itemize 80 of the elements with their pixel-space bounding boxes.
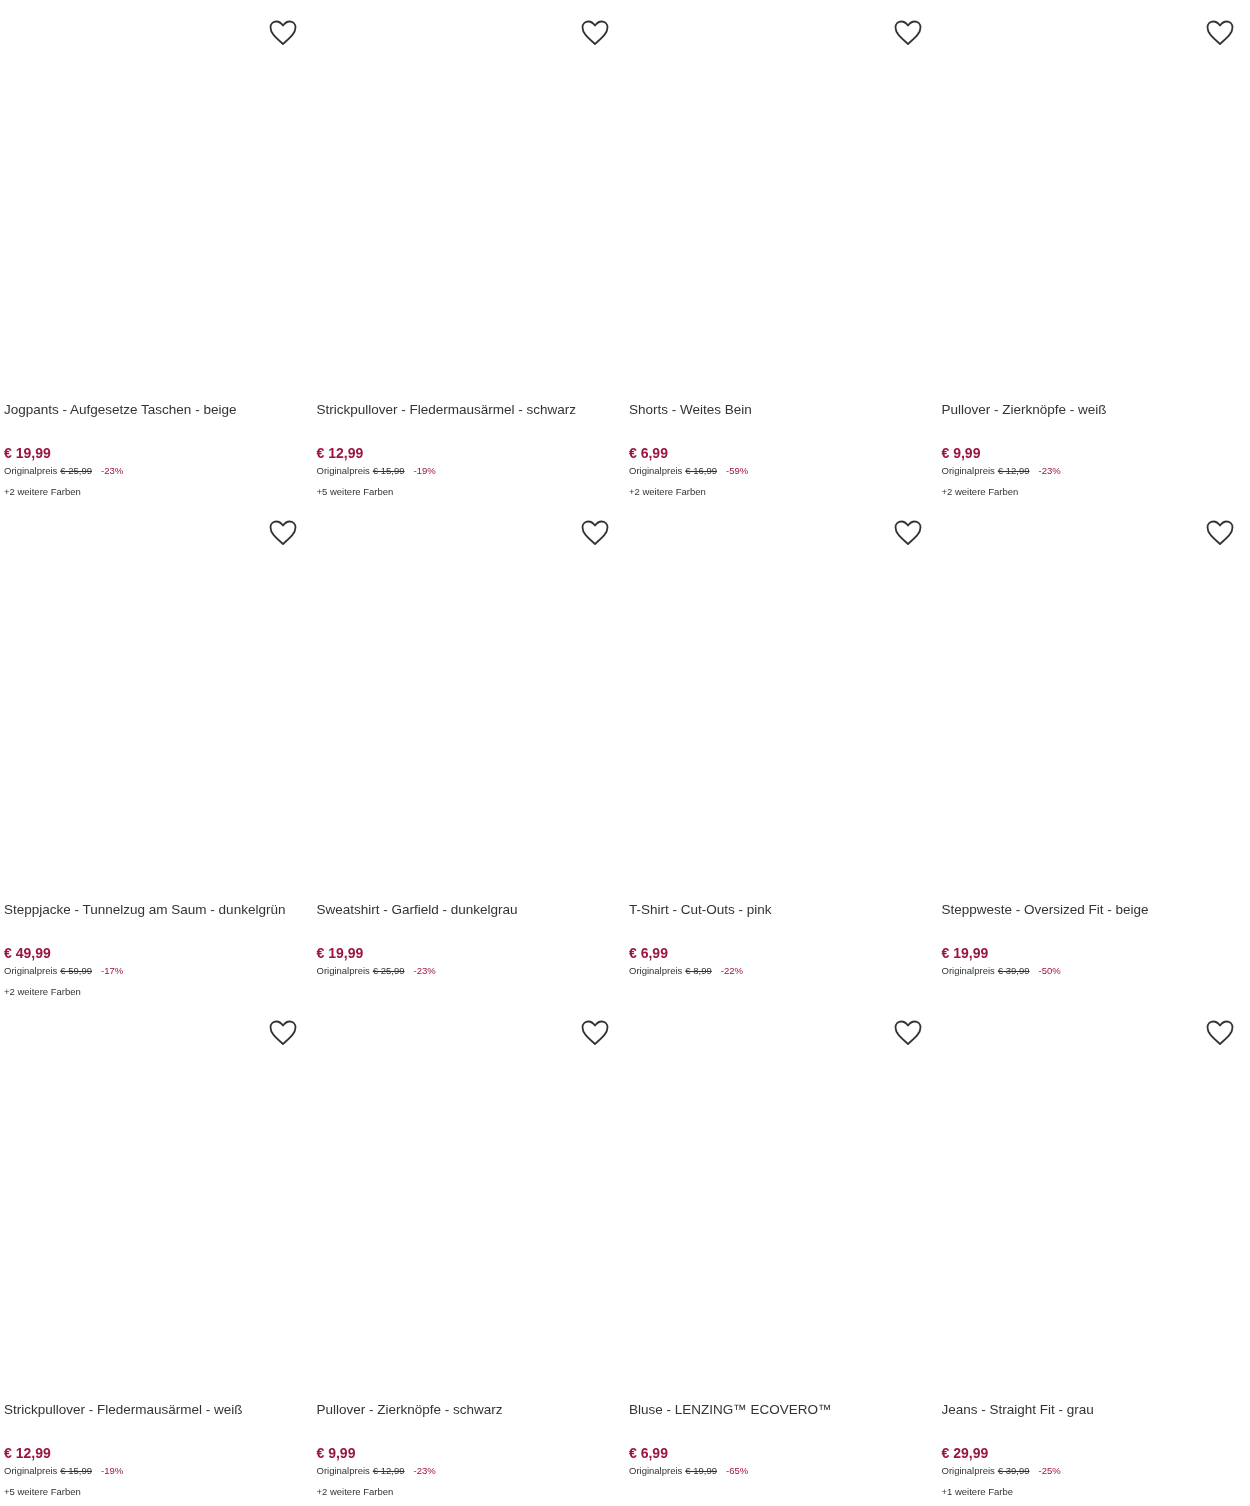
discount-label: -25%: [1038, 1464, 1061, 1478]
original-price: € 25,99: [60, 464, 93, 478]
product-title[interactable]: Strickpullover - Fledermausärmel - schwarz: [316, 400, 577, 420]
original-price: € 39,99: [997, 1464, 1030, 1478]
sale-price: € 29,99: [941, 1444, 989, 1463]
product-title[interactable]: Strickpullover - Fledermausärmel - weiß: [4, 1400, 243, 1420]
wishlist-heart-icon[interactable]: [893, 20, 922, 46]
original-price-label: Originalpreis: [629, 1464, 683, 1478]
original-price: € 25,99: [372, 964, 405, 978]
discount-label: -65%: [726, 1464, 749, 1478]
product-title[interactable]: Steppweste - Oversized Fit - beige: [941, 900, 1149, 920]
sale-price: € 19,99: [941, 944, 989, 963]
product-title[interactable]: Pullover - Zierknöpfe - schwarz: [316, 1400, 503, 1420]
wishlist-heart-icon[interactable]: [581, 520, 609, 546]
more-colors-link[interactable]: +1 weitere Farbe: [941, 1484, 1014, 1500]
wishlist-heart-icon[interactable]: [1206, 20, 1234, 46]
original-price: € 59,99: [60, 964, 93, 978]
discount-label: -17%: [101, 964, 124, 978]
more-colors-link[interactable]: +2 weitere Farben: [316, 1484, 394, 1500]
original-price-label: Originalpreis: [316, 464, 370, 478]
discount-label: -50%: [1038, 964, 1061, 978]
more-colors-link[interactable]: +2 weitere Farben: [629, 484, 706, 500]
discount-label: -23%: [1038, 464, 1061, 478]
discount-label: -23%: [413, 964, 436, 978]
discount-label: -23%: [413, 1464, 436, 1478]
original-price: € 16,99: [685, 464, 718, 478]
sale-price: € 9,99: [941, 444, 981, 463]
sale-price: € 19,99: [316, 944, 364, 963]
sale-price: € 6,99: [629, 444, 668, 463]
original-price-label: Originalpreis: [4, 964, 58, 978]
original-price-label: Originalpreis: [316, 1464, 370, 1478]
product-title[interactable]: Shorts - Weites Bein: [629, 400, 752, 420]
discount-label: -19%: [101, 1464, 124, 1478]
original-price: € 39,99: [997, 964, 1030, 978]
original-price-label: Originalpreis: [941, 464, 995, 478]
product-title[interactable]: Sweatshirt - Garfield - dunkelgrau: [316, 900, 518, 920]
original-price: € 15,99: [60, 1464, 93, 1478]
sale-price: € 49,99: [4, 944, 51, 963]
sale-price: € 19,99: [4, 444, 51, 463]
discount-label: -19%: [413, 464, 436, 478]
wishlist-heart-icon[interactable]: [581, 20, 609, 46]
more-colors-link[interactable]: +5 weitere Farben: [316, 484, 394, 500]
sale-price: € 12,99: [316, 444, 364, 463]
original-price-label: Originalpreis: [316, 964, 370, 978]
discount-label: -59%: [726, 464, 749, 478]
original-price: € 15,99: [372, 464, 405, 478]
wishlist-heart-icon[interactable]: [1206, 1020, 1234, 1046]
product-title[interactable]: Jogpants - Aufgesetze Taschen - beige: [4, 400, 237, 420]
sale-price: € 9,99: [316, 1444, 356, 1463]
wishlist-heart-icon[interactable]: [893, 520, 922, 546]
more-colors-link[interactable]: +2 weitere Farben: [4, 484, 81, 500]
original-price: € 19,99: [685, 1464, 718, 1478]
sale-price: € 6,99: [629, 1444, 668, 1463]
sale-price: € 12,99: [4, 1444, 51, 1463]
sale-price: € 6,99: [629, 944, 668, 963]
discount-label: -23%: [101, 464, 124, 478]
product-title[interactable]: T-Shirt - Cut-Outs - pink: [629, 900, 772, 920]
wishlist-heart-icon[interactable]: [1206, 520, 1234, 546]
original-price-label: Originalpreis: [629, 964, 683, 978]
wishlist-heart-icon[interactable]: [268, 20, 297, 46]
wishlist-heart-icon[interactable]: [268, 520, 297, 546]
original-price: € 12,99: [372, 1464, 405, 1478]
more-colors-link[interactable]: +2 weitere Farben: [4, 984, 81, 1000]
more-colors-link[interactable]: +2 weitere Farben: [941, 484, 1019, 500]
original-price-label: Originalpreis: [4, 464, 58, 478]
original-price: € 12,99: [997, 464, 1030, 478]
original-price: € 8,99: [685, 964, 712, 978]
product-title[interactable]: Steppjacke - Tunnelzug am Saum - dunkelgrün: [4, 900, 286, 920]
wishlist-heart-icon[interactable]: [268, 1020, 297, 1046]
more-colors-link[interactable]: +5 weitere Farben: [4, 1484, 81, 1500]
discount-label: -22%: [720, 964, 743, 978]
wishlist-heart-icon[interactable]: [581, 1020, 609, 1046]
wishlist-heart-icon[interactable]: [893, 1020, 922, 1046]
original-price-label: Originalpreis: [4, 1464, 58, 1478]
product-title[interactable]: Bluse - LENZING™ ECOVERO™: [629, 1400, 832, 1420]
product-title[interactable]: Pullover - Zierknöpfe - weiß: [941, 400, 1107, 420]
original-price-label: Originalpreis: [629, 464, 683, 478]
product-title[interactable]: Jeans - Straight Fit - grau: [941, 1400, 1094, 1420]
original-price-label: Originalpreis: [941, 1464, 995, 1478]
original-price-label: Originalpreis: [941, 964, 995, 978]
